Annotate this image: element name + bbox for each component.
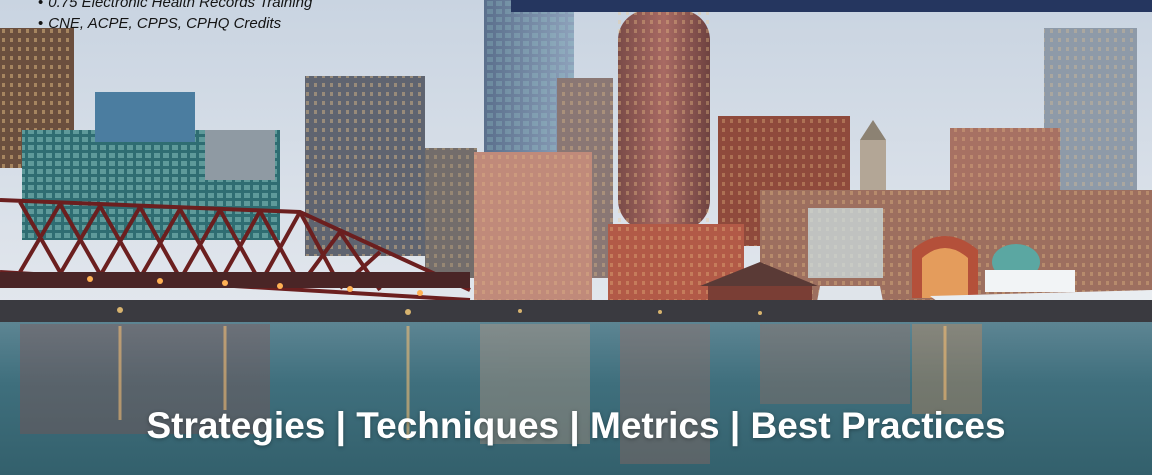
header-banner bbox=[511, 0, 1152, 12]
tagline: Strategies | Techniques | Metrics | Best… bbox=[146, 405, 1006, 446]
boston-harbor-skyline-photo: 0.75 Electronic Health Records Training … bbox=[0, 0, 1152, 475]
credits-list: 0.75 Electronic Health Records Training … bbox=[38, 0, 312, 34]
credits-list-item: CNE, ACPE, CPPS, CPHQ Credits bbox=[38, 13, 312, 34]
credits-list-item: 0.75 Electronic Health Records Training bbox=[38, 0, 312, 13]
skyline-illustration bbox=[0, 0, 1152, 475]
